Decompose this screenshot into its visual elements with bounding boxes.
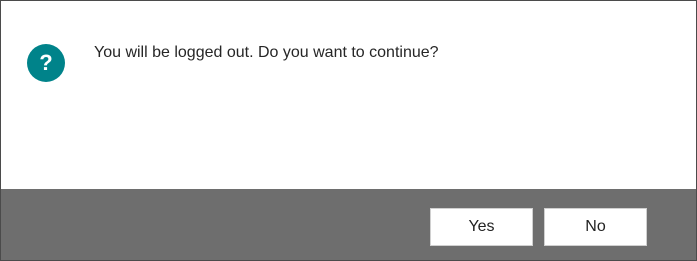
button-bar: Yes No (1, 189, 696, 260)
logout-confirmation-dialog: ? You will be logged out. Do you want to… (0, 0, 697, 261)
question-icon-glyph: ? (39, 50, 53, 75)
dialog-message: You will be logged out. Do you want to c… (94, 44, 439, 61)
question-icon: ? (27, 44, 65, 82)
no-button[interactable]: No (544, 208, 647, 246)
message-area: ? You will be logged out. Do you want to… (1, 1, 696, 189)
yes-button[interactable]: Yes (430, 208, 533, 246)
